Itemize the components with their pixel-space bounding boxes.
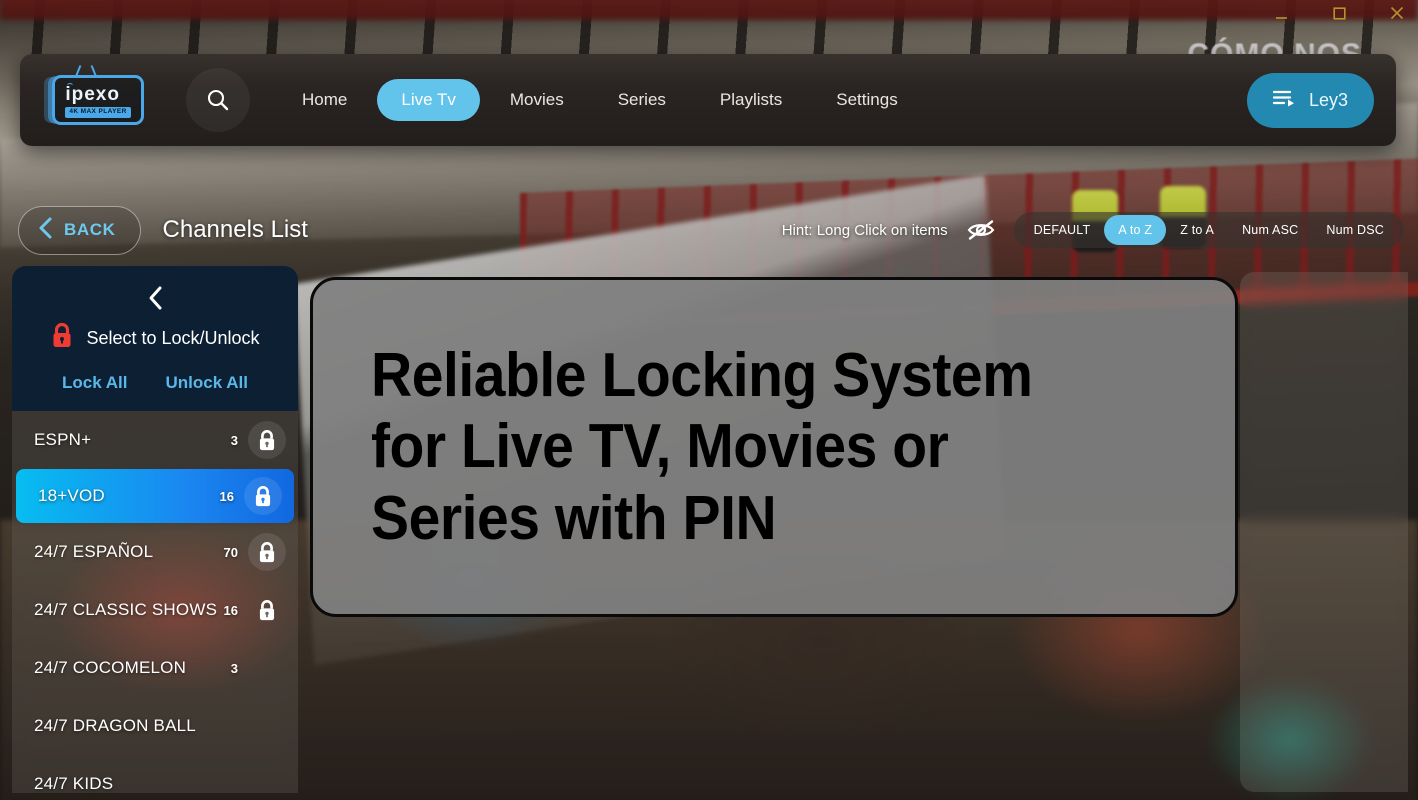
nav-item-movies[interactable]: Movies (486, 79, 588, 121)
unlock-all-button[interactable]: Unlock All (166, 373, 249, 393)
nav-item-playlists[interactable]: Playlists (696, 79, 806, 121)
channel-row[interactable]: 24/7 ESPAÑOL 70 (12, 523, 298, 581)
nav-item-home[interactable]: Home (278, 79, 371, 121)
brand-tagline: 4K MAX PLAYER (65, 107, 131, 118)
lock-panel-heading: Select to Lock/Unlock (12, 322, 298, 354)
window-controls (1268, 0, 1410, 26)
sub-header-right: Hint: Long Click on items DEFAULT A to Z… (782, 212, 1404, 248)
maximize-icon[interactable] (1326, 0, 1352, 26)
lock-toggle-icon[interactable] (248, 533, 286, 571)
nav-item-settings[interactable]: Settings (812, 79, 921, 121)
channel-count: 70 (223, 544, 238, 560)
lock-panel-title: Select to Lock/Unlock (86, 327, 260, 348)
sort-option-a-to-z[interactable]: A to Z (1104, 215, 1167, 245)
app-root: CÓMO NOS ipexo 4K MAX PLAYER (0, 0, 1418, 800)
active-playlist-button[interactable]: Ley3 (1246, 72, 1374, 128)
channel-name: 24/7 DRAGON BALL (34, 716, 196, 735)
nav-item-live-tv[interactable]: Live Tv (377, 79, 480, 121)
channels-sidebar: Select to Lock/Unlock Lock All Unlock Al… (12, 266, 298, 800)
channel-name: 18+VOD (38, 486, 105, 505)
minimize-icon[interactable] (1268, 0, 1294, 26)
sort-option-num-dsc[interactable]: Num DSC (1312, 215, 1398, 245)
lock-panel: Select to Lock/Unlock Lock All Unlock Al… (12, 266, 298, 411)
channel-name: 24/7 KIDS (34, 774, 114, 793)
right-panel (1240, 272, 1408, 792)
lock-toggle-icon[interactable] (248, 591, 286, 629)
lock-icon (50, 322, 74, 354)
sort-option-default[interactable]: DEFAULT (1020, 215, 1105, 245)
lock-toggle-icon[interactable] (244, 477, 282, 515)
channel-name: 24/7 COCOMELON (34, 658, 187, 677)
promo-headline: Reliable Locking System for Live TV, Mov… (371, 341, 1033, 553)
brand-name: ipexo (65, 84, 120, 106)
lock-panel-actions: Lock All Unlock All (12, 373, 298, 393)
channel-list[interactable]: ESPN+ 3 18+VOD 16 24/7 ESPAÑOL 70 24/7 C… (12, 411, 298, 793)
promo-card: Reliable Locking System for Live TV, Mov… (310, 277, 1238, 617)
sub-header: BACK Channels List Hint: Long Click on i… (0, 196, 1418, 264)
channel-row[interactable]: 24/7 COCOMELON 3 (12, 639, 298, 697)
active-playlist-label: Ley3 (1308, 89, 1348, 110)
lock-toggle-placeholder[interactable] (248, 649, 286, 687)
lock-toggle-icon[interactable] (248, 421, 286, 459)
sort-option-num-asc[interactable]: Num ASC (1228, 215, 1312, 245)
channel-name: ESPN+ (34, 430, 92, 449)
hint-text: Hint: Long Click on items (781, 221, 948, 239)
channel-row[interactable]: 24/7 KIDS (12, 755, 298, 800)
search-icon[interactable] (186, 68, 250, 132)
channel-name: 24/7 CLASSIC SHOWS (34, 600, 218, 619)
tv-icon: ipexo 4K MAX PLAYER (52, 75, 144, 125)
nav-items: Home Live Tv Movies Series Playlists Set… (278, 79, 1247, 121)
channel-count: 16 (219, 488, 234, 504)
back-button-label: BACK (64, 220, 116, 239)
eye-off-icon[interactable] (966, 217, 996, 243)
playlist-play-icon (1272, 89, 1295, 112)
chevron-left-icon (37, 216, 54, 245)
lock-all-button[interactable]: Lock All (62, 373, 128, 393)
lock-panel-back-button[interactable] (12, 280, 298, 322)
channel-count: 3 (230, 432, 238, 448)
close-icon[interactable] (1384, 0, 1410, 26)
top-navbar: ipexo 4K MAX PLAYER Home Live Tv Movies … (20, 54, 1396, 146)
channel-name: 24/7 ESPAÑOL (34, 542, 154, 561)
page-title: Channels List (162, 216, 308, 243)
channel-count: 3 (230, 660, 238, 676)
channel-count: 16 (223, 602, 238, 618)
channel-row[interactable]: 24/7 DRAGON BALL (12, 697, 298, 755)
channel-row[interactable]: ESPN+ 3 (12, 411, 298, 469)
nav-item-series[interactable]: Series (594, 79, 690, 121)
lock-toggle-placeholder[interactable] (248, 707, 286, 745)
channel-row[interactable]: 18+VOD 16 (16, 469, 294, 523)
channel-row[interactable]: 24/7 CLASSIC SHOWS 16 (12, 581, 298, 639)
lock-toggle-placeholder[interactable] (248, 765, 286, 800)
sort-options: DEFAULT A to Z Z to A Num ASC Num DSC (1013, 212, 1404, 248)
sort-option-z-to-a[interactable]: Z to A (1166, 215, 1228, 245)
brand-logo[interactable]: ipexo 4K MAX PLAYER (38, 75, 158, 125)
wifi-icon (66, 83, 75, 91)
back-button[interactable]: BACK (18, 205, 141, 255)
